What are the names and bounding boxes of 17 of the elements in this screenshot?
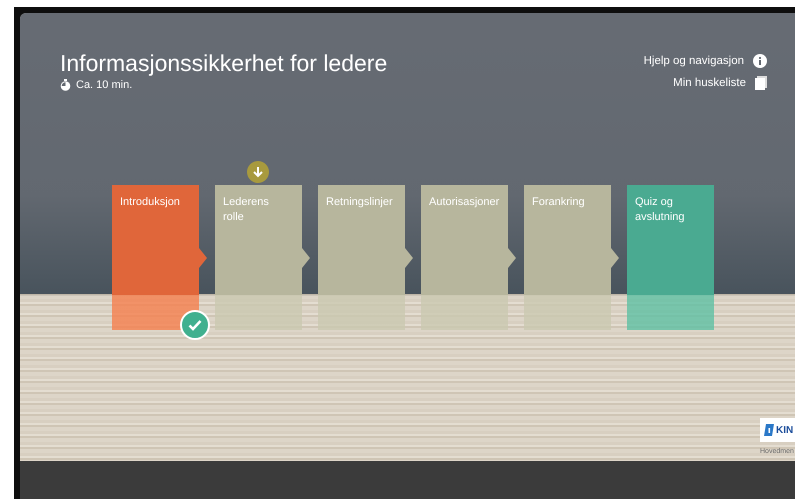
module-card[interactable]: Autorisasjoner [421, 185, 516, 330]
down-arrow-icon [252, 166, 264, 178]
module-card[interactable]: Lederens rolle [215, 185, 310, 330]
duration-text: Ca. 10 min. [76, 79, 132, 91]
logo: KIN [760, 418, 795, 442]
module-card[interactable]: Forankring [524, 185, 619, 330]
checkmark-icon [188, 319, 202, 331]
header-link[interactable]: Hjelp og navigasjon [644, 54, 767, 68]
shield-icon [764, 423, 774, 437]
module-card[interactable]: Retningslinjer [318, 185, 413, 330]
module-card[interactable]: Introduksjon [112, 185, 207, 330]
stopwatch-icon [60, 79, 71, 91]
document-icon [755, 76, 767, 90]
header-link[interactable]: Min huskeliste [673, 76, 767, 90]
info-icon [753, 54, 767, 68]
module-card[interactable]: Quiz og avslutning [627, 185, 714, 330]
course-title: Informasjonssikkerhet for ledere [60, 50, 388, 77]
